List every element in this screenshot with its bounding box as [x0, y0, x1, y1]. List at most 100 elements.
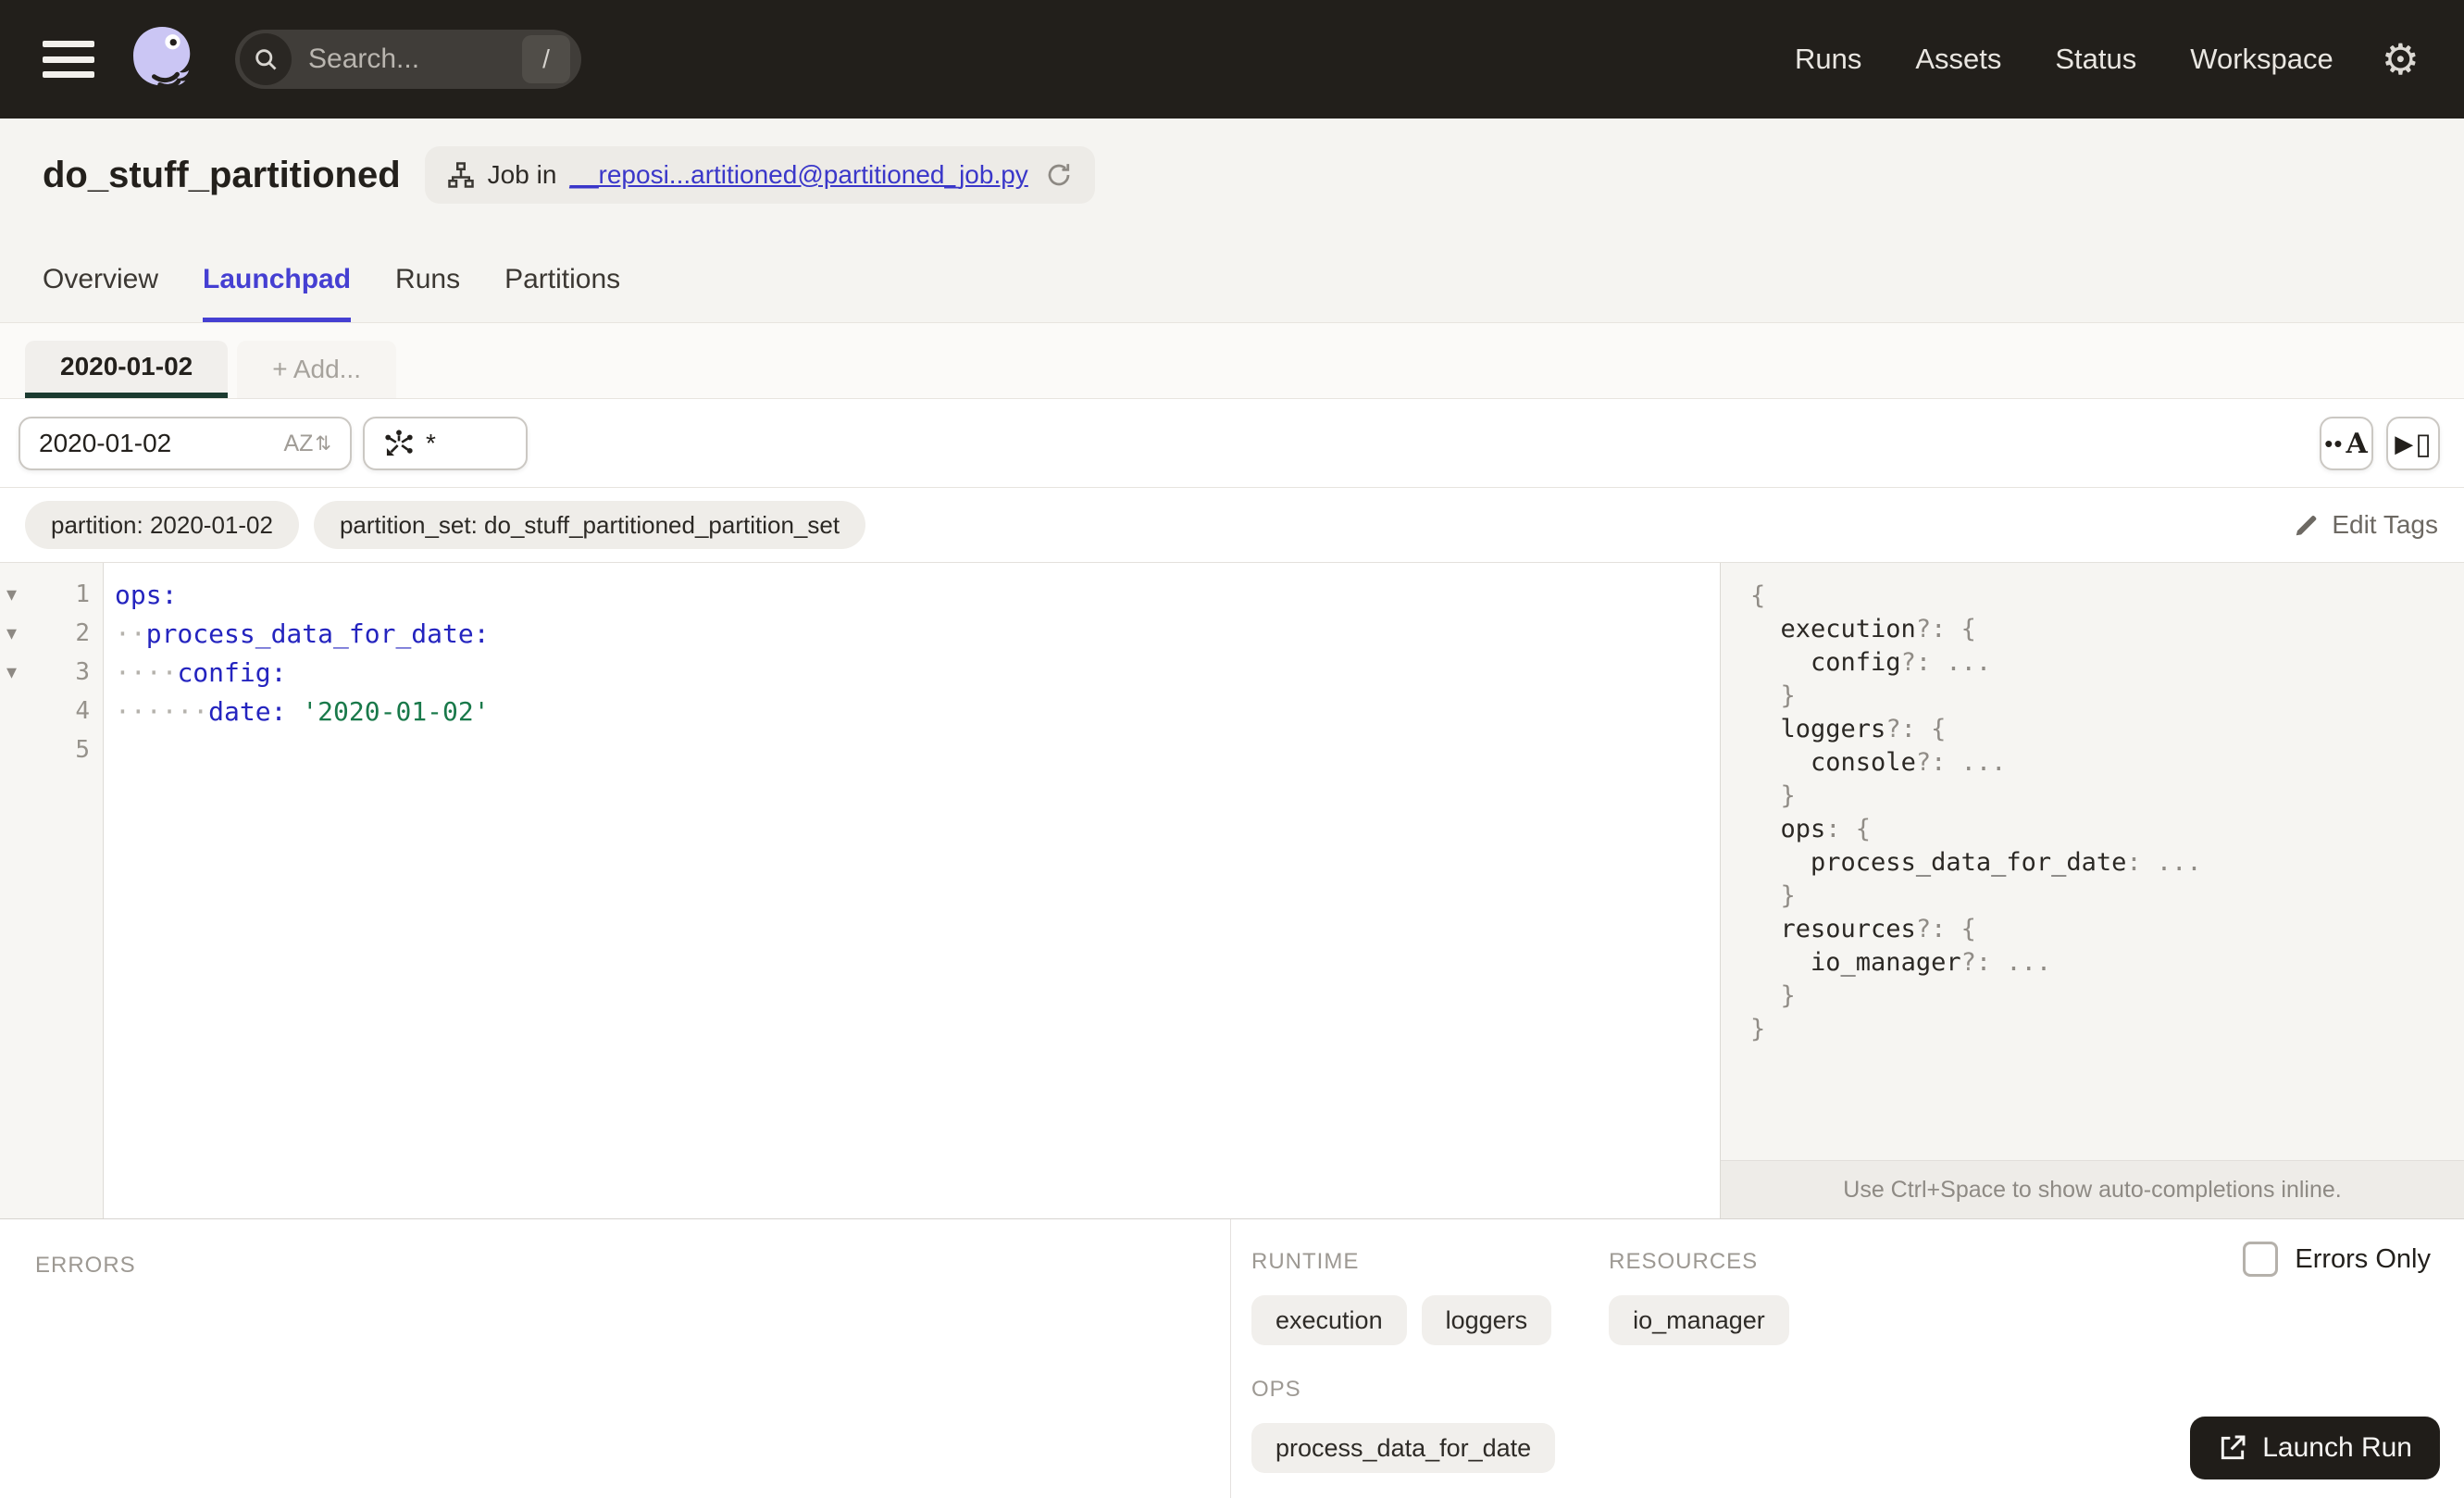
schema-key: execution [1780, 615, 1916, 643]
page-title: do_stuff_partitioned [43, 154, 401, 195]
errors-only-label: Errors Only [2295, 1243, 2431, 1274]
schema-key: io_manager [1811, 948, 1961, 977]
job-origin-pill: Job in __reposi...artitioned@partitioned… [424, 146, 1095, 204]
schema-line: io_manager?: ... [1750, 946, 2464, 980]
partition-tab-2020-01-02[interactable]: 2020-01-02 [25, 341, 229, 398]
job-tabs: Overview Launchpad Runs Partitions [43, 264, 620, 322]
schema-line: resources?: { [1750, 913, 2464, 946]
schema-line: config?: ... [1750, 646, 2464, 680]
config-pill-process_data_for_date[interactable]: process_data_for_date [1251, 1423, 1556, 1473]
schema-punct: ?: { [1885, 715, 1947, 743]
schema-line: } [1750, 780, 2464, 813]
nav-link-runs[interactable]: Runs [1795, 43, 1861, 76]
gutter-row: ▾ 1 [0, 575, 103, 614]
errors-section-label: ERRORS [35, 1253, 136, 1278]
config-pill-loggers[interactable]: loggers [1421, 1295, 1552, 1345]
schema-key: config [1811, 648, 1901, 677]
schema-key: console [1811, 748, 1916, 777]
schema-punct: ?: { [1915, 915, 1976, 943]
gear-icon[interactable]: ⚙ [2382, 38, 2420, 81]
pill-row: execution loggers [1251, 1295, 1552, 1345]
sort-az-icon: AZ ⇅ [283, 430, 331, 456]
reload-icon[interactable] [1045, 161, 1073, 189]
tab-launchpad[interactable]: Launchpad [203, 264, 352, 322]
pill-row: io_manager [1609, 1295, 1789, 1345]
code-line: ·· process_data_for_date: [115, 614, 1720, 653]
schema-line: } [1750, 980, 2464, 1013]
errors-only-toggle[interactable]: Errors Only [2243, 1242, 2431, 1277]
bottom-panel: ERRORS RUNTIME execution loggers RESOURCES i… [0, 1218, 2464, 1498]
op-selection-value: * [426, 429, 436, 457]
launch-run-label: Launch Run [2262, 1432, 2412, 1463]
code-line: ops: [115, 575, 1720, 614]
line-number: 2 [75, 619, 90, 647]
section-resources: RESOURCES io_manager [1609, 1249, 1789, 1345]
tab-partitions[interactable]: Partitions [504, 264, 620, 322]
gutter-row: ▾ 3 [0, 653, 103, 692]
config-pill-io_manager[interactable]: io_manager [1609, 1295, 1789, 1345]
schema-line: } [1750, 880, 2464, 913]
search-input[interactable]: Search... / [235, 30, 581, 89]
tab-overview[interactable]: Overview [43, 264, 158, 322]
errors-only-checkbox[interactable] [2243, 1242, 2279, 1277]
schema-punct: : { [1825, 815, 1872, 843]
schema-key: process_data_for_date [1811, 848, 2127, 877]
config-pill-execution[interactable]: execution [1251, 1295, 1407, 1345]
schema-punct: ?: ... [1960, 948, 2052, 977]
schema-line: execution?: { [1750, 613, 2464, 646]
fold-arrow-icon[interactable]: ▾ [0, 660, 35, 684]
nav-link-assets[interactable]: Assets [1915, 43, 2001, 76]
line-number: 3 [75, 658, 90, 686]
config-editor: ▾ 1 ▾ 2 ▾ 3 4 5 ops: ·· process_data_for_date: ···… [0, 562, 2464, 1218]
search-shortcut-badge: / [522, 35, 570, 83]
line-number: 5 [75, 736, 90, 764]
schema-key: ops [1780, 815, 1826, 843]
dagster-logo[interactable] [124, 22, 198, 96]
yaml-key: process_data_for_date: [145, 618, 490, 649]
dagster-launchpad-page: Search... / Runs Assets Status Workspace ⚙ … [0, 0, 2464, 1498]
op-selection-input[interactable]: * [363, 417, 528, 470]
launch-run-button[interactable]: Launch Run [2190, 1417, 2440, 1479]
fold-arrow-icon[interactable]: ▾ [0, 621, 35, 645]
fold-arrow-icon[interactable]: ▾ [0, 582, 35, 606]
schema-line: ops: { [1750, 813, 2464, 846]
search-icon [240, 33, 292, 85]
tab-runs[interactable]: Runs [395, 264, 460, 322]
runtime-section-label: RUNTIME [1251, 1249, 1360, 1274]
schema-punct: ?: { [1915, 615, 1976, 643]
nav-link-status[interactable]: Status [2055, 43, 2136, 76]
op-selection-icon [383, 428, 415, 459]
schema-punct: } [1780, 881, 1796, 910]
whitespace-dots: ·· [115, 618, 146, 649]
schema-line: process_data_for_date: ... [1750, 846, 2464, 880]
schema-line: } [1750, 680, 2464, 713]
schema-key: resources [1780, 915, 1916, 943]
editor-code-area[interactable]: ops: ·· process_data_for_date: ···· config: ·… [104, 563, 1720, 1218]
tags-row: partition: 2020-01-02 partition_set: do_s… [0, 488, 2464, 562]
whitespace-dots: •• [2324, 429, 2344, 457]
edit-tags-button[interactable]: Edit Tags [2293, 510, 2438, 540]
partition-select-value: 2020-01-02 [39, 429, 172, 457]
hamburger-menu-icon[interactable] [43, 41, 94, 78]
tag-pill: partition_set: do_stuff_partitioned_part… [313, 501, 866, 549]
add-config-tab-button[interactable]: + Add... [237, 341, 396, 398]
page-header: do_stuff_partitioned Job in __reposi...a… [0, 119, 2464, 323]
schema-punct: } [1750, 1015, 1766, 1043]
whitespace-toggle-button[interactable]: •• A [2320, 417, 2373, 470]
edit-tags-label: Edit Tags [2332, 510, 2438, 539]
nav-link-workspace[interactable]: Workspace [2190, 43, 2333, 76]
top-nav-links: Runs Assets Status Workspace [1795, 43, 2333, 76]
gutter-row: 5 [0, 730, 103, 769]
panel-toggle-button[interactable]: ▶ ▯ [2386, 417, 2440, 470]
partition-select[interactable]: 2020-01-02 AZ ⇅ [19, 417, 352, 470]
job-origin-link[interactable]: __reposi...artitioned@partitioned_job.py [569, 160, 1027, 190]
